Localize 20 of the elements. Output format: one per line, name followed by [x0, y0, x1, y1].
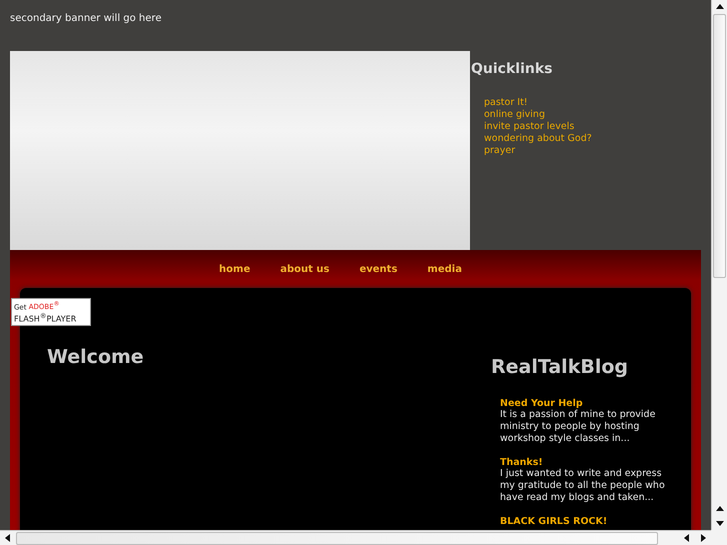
quick-link[interactable]: wondering about God?: [484, 133, 592, 145]
banner-text: secondary banner will go here: [10, 13, 162, 24]
quicklinks-heading: Quicklinks: [471, 61, 554, 77]
post-excerpt: It is a passion of mine to provide ministry to people by hosting workshop style classes in...: [500, 409, 656, 445]
vertical-scrollbar[interactable]: [711, 0, 727, 530]
nav-link[interactable]: media: [427, 264, 462, 274]
post-title[interactable]: BLACK GIRLS ROCK!: [500, 516, 661, 527]
welcome-heading: Welcome: [47, 346, 144, 370]
horizontal-scrollbar[interactable]: [0, 530, 711, 545]
quick-link[interactable]: prayer: [484, 145, 592, 157]
quick-link[interactable]: online giving: [484, 109, 592, 121]
nav-link[interactable]: about us: [280, 264, 330, 274]
nav-link[interactable]: home: [219, 264, 250, 274]
quick-link[interactable]: pastor It!: [484, 97, 592, 109]
post-title[interactable]: Need Your Help: [500, 398, 661, 409]
post-title[interactable]: Thanks!: [500, 457, 661, 468]
blog-heading: RealTalkBlog: [491, 356, 629, 378]
post-excerpt: I just wanted to write and express my gratitude to all the people who have read my blogs and taken...: [500, 468, 665, 504]
nav-link[interactable]: events: [359, 264, 398, 274]
quick-link[interactable]: invite pastor levels: [484, 121, 592, 133]
